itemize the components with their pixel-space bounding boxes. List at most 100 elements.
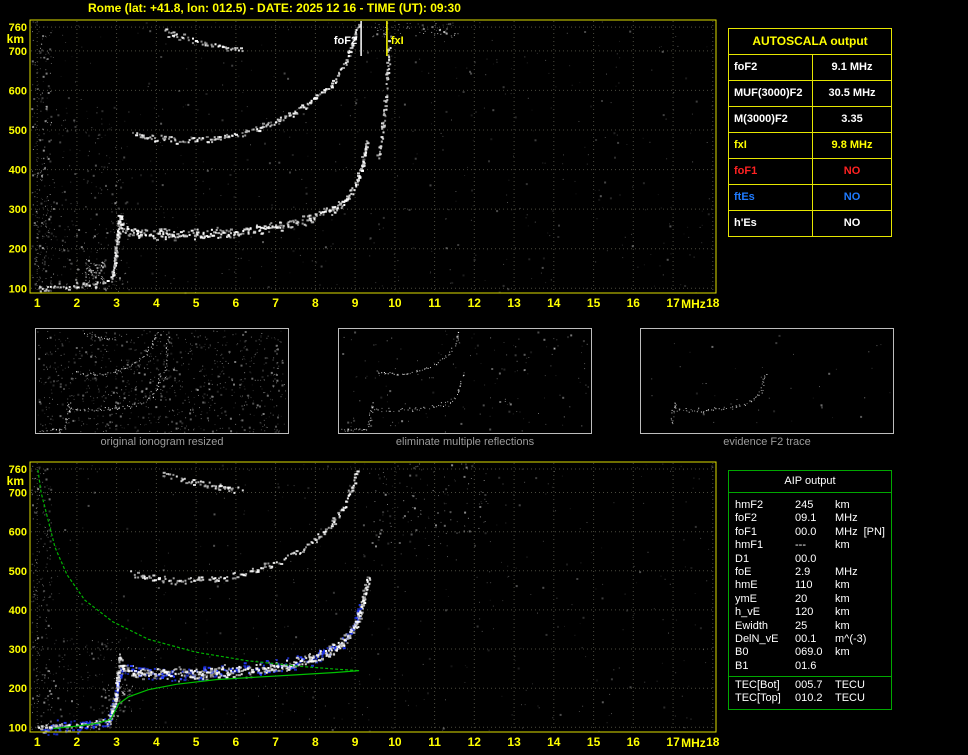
svg-text:400: 400 <box>9 165 27 177</box>
autoscala-row-value: NO <box>843 191 861 203</box>
svg-text:200: 200 <box>9 244 27 256</box>
aip-row-value: --- <box>795 539 806 552</box>
aip-row-unit: km <box>835 646 850 659</box>
autoscala-row-m-3000-f2: M(3000)F2 3.35 <box>729 107 891 133</box>
thumbnail-panel-2 <box>640 328 894 434</box>
aip-row-value: 2.9 <box>795 565 811 578</box>
svg-text:8: 8 <box>312 296 319 310</box>
thumbnail-image-2 <box>641 329 893 433</box>
thumbnail-image-0 <box>36 329 288 433</box>
aip-row-label: foE <box>735 565 752 578</box>
svg-text:500: 500 <box>9 125 27 137</box>
aip-row-value: 00.0 <box>795 552 817 565</box>
aip-row-label: B0 <box>735 646 749 659</box>
aip-row-deln-ve: DelN_vE 00.1 m^(-3) <box>729 633 891 646</box>
aip-row-value: 069.0 <box>795 646 823 659</box>
svg-text:13: 13 <box>507 296 521 310</box>
autoscala-row-value: 3.35 <box>841 113 863 125</box>
svg-text:9: 9 <box>352 296 359 310</box>
aip-row-ewidth: Ewidth 25 km <box>729 620 891 633</box>
autoscala-row-label: fxI <box>729 133 813 158</box>
svg-text:km: km <box>7 32 24 46</box>
autoscala-row-value: 30.5 MHz <box>828 87 876 99</box>
svg-text:17: 17 <box>666 296 680 310</box>
aip-row-unit: MHz <box>835 512 858 525</box>
aip-row-label: foF2 <box>735 512 758 525</box>
svg-text:2: 2 <box>74 296 81 310</box>
aip-row-foe: foE 2.9 MHz <box>729 566 891 579</box>
aip-row-unit: MHz <box>835 525 858 538</box>
aip-row-unit: km <box>835 592 850 605</box>
station-header: Rome (lat: +41.8, lon: 012.5) - DATE: 20… <box>88 1 461 15</box>
autoscala-rows: foF2 9.1 MHz MUF(3000)F2 30.5 MHz M(3000)F2 3… <box>729 55 891 236</box>
svg-text:16: 16 <box>627 296 641 310</box>
autoscala-row-ftes: ftEs NO <box>729 185 891 211</box>
svg-text:5: 5 <box>193 296 200 310</box>
aip-tec-row-tec-top: TEC[Top] 010.2 TECU <box>729 692 891 705</box>
svg-text:600: 600 <box>9 85 27 97</box>
aip-row-hmf2: hmF2 245 km <box>729 499 891 512</box>
autoscala-row-value: NO <box>843 165 861 177</box>
aip-row-value: 20 <box>795 592 808 605</box>
aip-row-fof1: foF1 00.0 MHz [PN] <box>729 526 891 539</box>
svg-text:15: 15 <box>587 296 601 310</box>
aip-tec-rows: TEC[Bot] 005.7 TECU TEC[Top] 010.2 TECU <box>729 679 891 709</box>
autoscala-row-fxi: fxI 9.8 MHz <box>729 133 891 159</box>
aip-tec-label: TEC[Top] <box>735 692 781 705</box>
aip-row-value: 245 <box>795 499 814 511</box>
ionogram-top-chart: foF2 fxI1 2 3 4 5 6 7 8 9 10 11 12 13 14 15 16 17 18MHz760… <box>7 19 720 311</box>
svg-text:fxI: fxI <box>391 35 404 47</box>
aip-row-b1: B1 01.6 <box>729 660 891 673</box>
aip-row-h-ve: h_vE 120 km <box>729 606 891 619</box>
svg-text:4: 4 <box>153 296 160 310</box>
aip-row-label: h_vE <box>735 606 761 619</box>
thumbnail-image-1 <box>339 329 591 433</box>
aip-tec-label: TEC[Bot] <box>735 679 780 692</box>
aip-row-unit: km <box>835 539 850 552</box>
aip-row-label: D1 <box>735 552 750 565</box>
aip-row-d1: D1 00.0 <box>729 553 891 566</box>
autoscala-panel-title: AUTOSCALA output <box>729 29 891 55</box>
aip-row-hmf1: hmF1 --- km <box>729 539 891 552</box>
svg-text:foF2: foF2 <box>334 35 357 47</box>
autoscala-row-muf-3000-f2: MUF(3000)F2 30.5 MHz <box>729 81 891 107</box>
autoscala-row-label: MUF(3000)F2 <box>729 81 813 106</box>
aip-output-panel: AIP output hmF2 245 km foF2 09.1 MHz foF1 00.0 M… <box>728 470 892 710</box>
aip-row-unit: km <box>835 619 850 632</box>
aip-panel-title: AIP output <box>729 471 891 493</box>
autoscala-row-value: NO <box>843 217 861 229</box>
autoscala-row-h-es: h'Es NO <box>729 211 891 236</box>
aip-row-hme: hmE 110 km <box>729 579 891 592</box>
svg-text:700: 700 <box>9 46 27 58</box>
svg-text:10: 10 <box>388 296 402 310</box>
aip-row-value: 01.6 <box>795 659 817 672</box>
svg-text:300: 300 <box>9 204 27 216</box>
aip-row-label: foF1 <box>735 525 758 538</box>
aip-row-value: 09.1 <box>795 512 817 525</box>
autoscala-main-screen: Rome (lat: +41.8, lon: 012.5) - DATE: 20… <box>0 0 968 755</box>
aip-tec-value: 005.7 <box>795 679 823 692</box>
autoscala-row-label: ftEs <box>729 185 813 210</box>
aip-rows: hmF2 245 km foF2 09.1 MHz foF1 00.0 MHz [PN] hmF1 -… <box>729 493 891 673</box>
aip-tec-unit: TECU <box>835 679 865 692</box>
aip-tec-row-tec-bot: TEC[Bot] 005.7 TECU <box>729 679 891 692</box>
aip-row-unit: km <box>835 499 850 511</box>
aip-row-unit: km <box>835 579 850 592</box>
autoscala-row-fof2: foF2 9.1 MHz <box>729 55 891 81</box>
svg-text:100: 100 <box>9 283 27 295</box>
aip-row-value: 110 <box>795 579 813 592</box>
aip-row-unit: MHz <box>835 565 858 578</box>
aip-row-label: ymE <box>735 592 757 605</box>
aip-row-value: 120 <box>795 606 814 619</box>
svg-text:3: 3 <box>113 296 120 310</box>
aip-tec-unit: TECU <box>835 692 865 705</box>
aip-row-label: hmF2 <box>735 499 764 511</box>
svg-text:14: 14 <box>547 296 561 310</box>
svg-text:6: 6 <box>233 296 240 310</box>
svg-text:1: 1 <box>34 296 41 310</box>
svg-text:7: 7 <box>272 296 279 310</box>
aip-row-fof2: foF2 09.1 MHz <box>729 512 891 525</box>
thumbnail-panel-0 <box>35 328 289 434</box>
aip-row-b0: B0 069.0 km <box>729 646 891 659</box>
thumbnail-caption-1: eliminate multiple reflections <box>395 436 535 448</box>
